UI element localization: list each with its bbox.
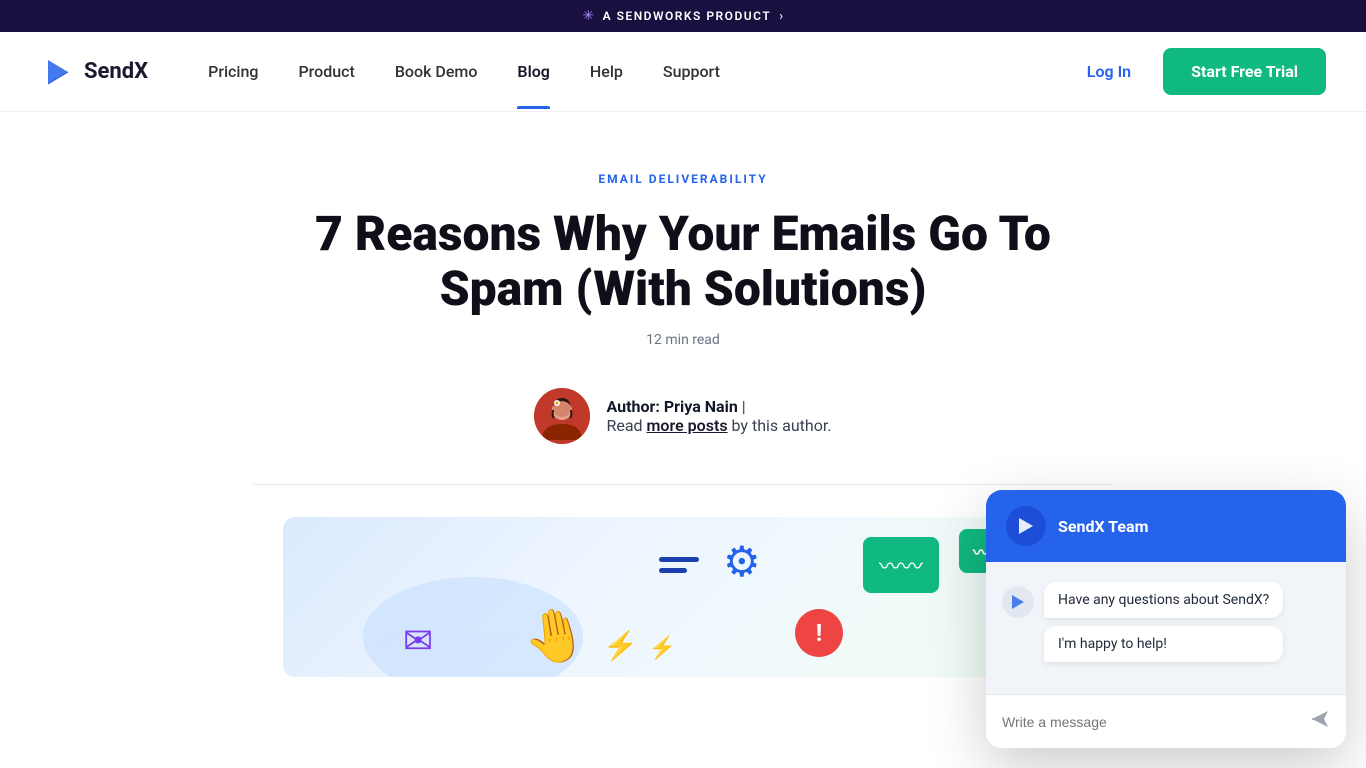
nav-right: Log In Start Free Trial [1071, 48, 1326, 95]
nav-item-pricing[interactable]: Pricing [188, 34, 278, 109]
chat-bot-avatar [1002, 586, 1034, 618]
chat-input-area[interactable] [986, 694, 1346, 748]
author-info: Author: Priya Nain | Read more posts by … [606, 397, 831, 435]
chat-logo-icon [1015, 515, 1037, 537]
chat-bot-logo [1009, 593, 1027, 611]
logo-text: SendX [84, 59, 148, 84]
trial-button[interactable]: Start Free Trial [1163, 48, 1326, 95]
nav-item-product[interactable]: Product [278, 34, 374, 109]
chart-decoration: 〰〰 [863, 537, 939, 593]
nav-link-support[interactable]: Support [643, 34, 740, 109]
author-more-posts: Read more posts by this author. [606, 416, 831, 435]
chat-team-avatar [1006, 506, 1046, 546]
top-banner[interactable]: ✳ A SENDWORKS PRODUCT › [0, 0, 1366, 32]
send-icon [1310, 709, 1330, 729]
nav-link-book-demo[interactable]: Book Demo [375, 34, 498, 109]
chat-body: Have any questions about SendX? I'm happ… [986, 562, 1346, 694]
login-button[interactable]: Log In [1071, 54, 1147, 89]
banner-text: A SENDWORKS PRODUCT [603, 9, 772, 23]
chat-send-button[interactable] [1310, 709, 1330, 734]
chat-team-name: SendX Team [1058, 517, 1148, 536]
snowflake-icon: ✳ [582, 8, 594, 24]
avatar-image [534, 388, 590, 444]
chat-bubble-1: Have any questions about SendX? [1044, 582, 1283, 618]
author-prefix: Author: [606, 397, 663, 416]
nav-item-blog[interactable]: Blog [497, 34, 569, 109]
nav-item-help[interactable]: Help [570, 34, 643, 109]
envelope-icon: ✉ [403, 620, 433, 662]
chart-wave-icon: 〰〰 [879, 549, 923, 581]
alert-icon: ! [795, 609, 843, 657]
divider [253, 484, 1113, 485]
lines-decoration [659, 557, 699, 573]
read-more-prefix: Read [606, 416, 646, 435]
nav-item-book-demo[interactable]: Book Demo [375, 34, 498, 109]
chat-message-1: Have any questions about SendX? I'm happ… [1002, 582, 1330, 662]
navbar: SendX Pricing Product Book Demo Blog Hel… [0, 32, 1366, 112]
nav-item-support[interactable]: Support [643, 34, 740, 109]
category-label: EMAIL DELIVERABILITY [253, 172, 1113, 186]
chat-bubble-2: I'm happy to help! [1044, 626, 1283, 662]
author-avatar [534, 388, 590, 444]
hero-image: ✉ 🤚 ⚡ ⚡ ⚙ 〰〰 ! [283, 517, 1083, 677]
read-time: 12 min read [253, 332, 1113, 348]
more-posts-link[interactable]: more posts [647, 416, 728, 435]
author-section: Author: Priya Nain | Read more posts by … [253, 388, 1113, 444]
nav-link-help[interactable]: Help [570, 34, 643, 109]
illustration-container: ✉ 🤚 ⚡ ⚡ ⚙ 〰〰 ! [283, 517, 1083, 677]
hand-icon: 🤚 [518, 601, 592, 672]
author-name: Priya Nain [664, 397, 738, 416]
read-more-suffix: by this author. [728, 416, 832, 435]
author-name-line: Author: Priya Nain | [606, 397, 831, 416]
chat-widget: SendX Team Have any questions about Send… [986, 490, 1346, 748]
chevron-icon: › [779, 9, 783, 24]
article-title: 7 Reasons Why Your Emails Go To Spam (Wi… [253, 206, 1113, 316]
logo-icon [40, 54, 76, 90]
nav-link-product[interactable]: Product [278, 34, 374, 109]
logo-link[interactable]: SendX [40, 54, 148, 90]
nav-link-pricing[interactable]: Pricing [188, 34, 278, 109]
author-separator: | [738, 397, 746, 416]
gear-icon: ⚙ [723, 537, 761, 587]
nav-link-blog[interactable]: Blog [497, 34, 569, 109]
content-area: ✉ 🤚 ⚡ ⚡ ⚙ 〰〰 ! [263, 517, 1103, 677]
chat-bubbles: Have any questions about SendX? I'm happ… [1044, 582, 1283, 662]
chat-header: SendX Team [986, 490, 1346, 562]
nav-links: Pricing Product Book Demo Blog Help Supp… [188, 34, 1071, 109]
lightning-icon: ⚡ ⚡ [603, 629, 676, 662]
chat-input[interactable] [1002, 714, 1300, 730]
